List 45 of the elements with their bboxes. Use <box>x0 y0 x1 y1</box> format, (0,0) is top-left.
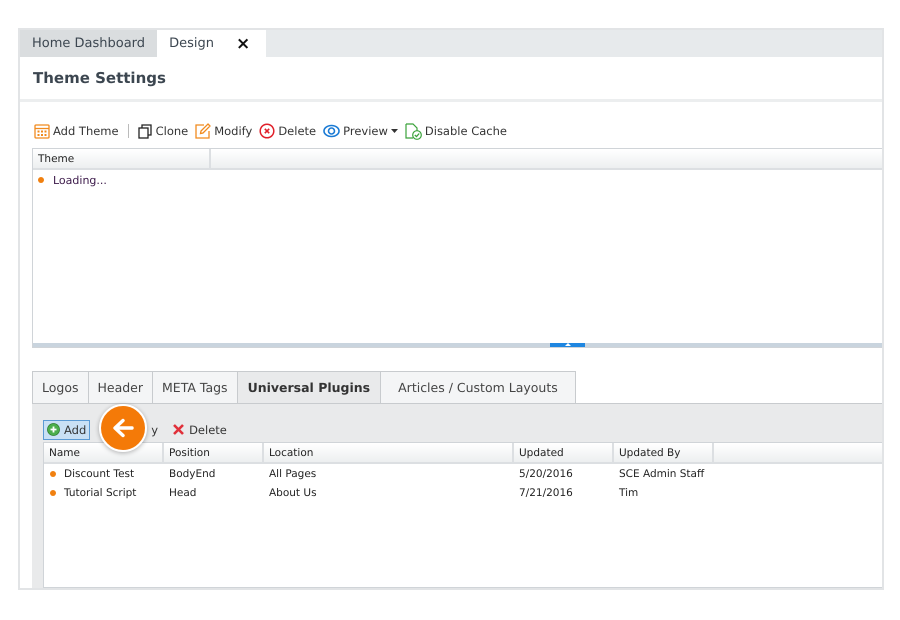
section-tab[interactable]: Articles / Custom Layouts <box>380 371 576 404</box>
section-tab[interactable]: Universal Plugins <box>236 371 380 404</box>
table-cell-text: About Us <box>268 486 318 498</box>
section-tab[interactable]: Logos <box>32 371 88 404</box>
table-cell-text: Tutorial Script <box>64 486 138 498</box>
table-cell-text: 7/21/2016 <box>518 486 574 498</box>
table-cell-text: BodyEnd <box>168 468 216 480</box>
table-cell-text: All Pages <box>268 468 318 480</box>
close-icon <box>172 423 186 436</box>
add-icon <box>47 423 60 436</box>
table-cell-text: Discount Test <box>64 468 136 480</box>
table-cell-text: SCE Admin Staff <box>618 468 706 480</box>
table-cell-text: 5/20/2016 <box>518 468 574 480</box>
toolbar-button[interactable]: Add Theme <box>34 123 119 139</box>
eye-icon <box>323 124 340 138</box>
toolbar-button[interactable]: Delete <box>168 420 231 440</box>
toolbar-button[interactable]: Add <box>43 420 90 440</box>
section-tab[interactable]: Header <box>88 371 152 404</box>
toolbar-button[interactable]: Delete <box>259 123 316 139</box>
document-tab[interactable]: Design × <box>157 30 266 57</box>
toolbar-button[interactable]: y <box>147 420 162 440</box>
page-title: Theme Settings <box>33 69 166 87</box>
calendar-icon <box>34 123 50 139</box>
splitter-handle[interactable] <box>550 343 585 347</box>
column-header[interactable]: Name <box>44 443 164 462</box>
caret-icon <box>390 129 398 133</box>
delete-icon <box>259 123 276 139</box>
column-header[interactable]: Updated By <box>614 443 714 462</box>
column-header[interactable]: Theme <box>33 149 211 168</box>
copy-icon <box>138 124 153 138</box>
document-check-icon <box>404 122 422 140</box>
table-cell-text: Head <box>168 486 198 498</box>
toolbar-button[interactable]: Clone <box>138 124 188 138</box>
close-icon[interactable]: × <box>236 34 250 54</box>
toolbar-button[interactable]: Preview <box>323 124 398 138</box>
document-tab[interactable]: Home Dashboard <box>20 30 158 57</box>
toolbar-button[interactable]: Modify <box>195 123 252 139</box>
loading-text: Loading... <box>53 174 107 186</box>
column-header[interactable]: Location <box>264 443 514 462</box>
section-tab[interactable]: META Tags <box>152 371 237 404</box>
pencil-icon <box>195 123 212 139</box>
column-header[interactable]: Updated <box>514 443 614 462</box>
toolbar-button[interactable]: Disable Cache <box>404 122 507 140</box>
column-header[interactable]: Position <box>164 443 264 462</box>
table-cell-text: Tim <box>618 486 640 498</box>
